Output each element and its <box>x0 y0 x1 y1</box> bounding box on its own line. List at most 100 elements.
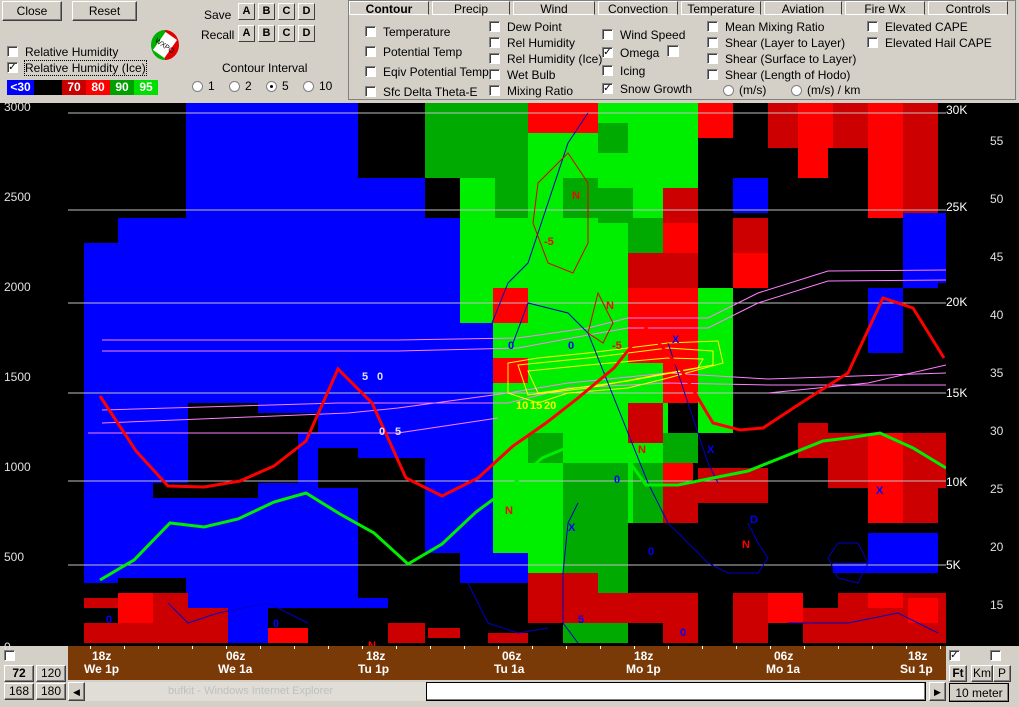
contour-interval-radio-2[interactable] <box>229 81 240 92</box>
legend-cell: <30 <box>7 80 34 95</box>
rh-block <box>628 523 663 593</box>
right-axis-tick: 55 <box>990 134 1004 148</box>
contour-interval-label-5: 5 <box>282 79 289 93</box>
time-label-day: We 1a <box>218 662 253 676</box>
left-axis-tick: 2000 <box>4 280 31 294</box>
left-axis-tick: 1000 <box>4 460 31 474</box>
checkbox-box <box>365 46 376 57</box>
omega-color-box[interactable] <box>667 45 679 57</box>
right-axis-tick: 45 <box>990 250 1004 264</box>
tab-controls[interactable]: Controls <box>928 1 1008 16</box>
checkbox-box <box>365 26 376 37</box>
tab-contour[interactable]: Contour <box>349 1 429 16</box>
tab-fire-wx[interactable]: Fire Wx <box>845 1 925 16</box>
right-axis-tick: 25 <box>990 482 1004 496</box>
checkbox-box: ✓ <box>602 83 613 94</box>
save-slot-c[interactable]: C <box>278 3 295 20</box>
meter-button[interactable]: 10 meter <box>949 683 1009 702</box>
rh-block <box>663 433 698 463</box>
tab-aviation[interactable]: Aviation <box>764 1 842 16</box>
recall-slot-d[interactable]: D <box>298 25 315 42</box>
recall-slot-a[interactable]: A <box>238 25 255 42</box>
checkbox-box <box>707 37 718 48</box>
rh-block <box>903 433 946 488</box>
right-checkbox[interactable] <box>990 650 1001 661</box>
right-axis: 30K 25K 20K 15K 10K 5K 55 50 45 40 35 30 25 20 15 <box>946 103 1019 646</box>
option-label: Shear (Surface to Layer) <box>725 52 857 66</box>
hour-button-120[interactable]: 120 <box>36 665 66 682</box>
rh-block <box>428 628 460 638</box>
contour-interval-radio-5[interactable] <box>266 81 277 92</box>
option-label: Temperature <box>383 25 451 39</box>
right-checkbox-checked[interactable]: ✓ <box>949 650 960 661</box>
left-axis-tick: 2500 <box>4 190 31 204</box>
unit-button-p[interactable]: P <box>993 665 1011 682</box>
scroll-thumb[interactable] <box>426 682 926 701</box>
contour-label: X <box>876 485 884 497</box>
scroll-right-button[interactable]: ▶ <box>929 682 946 701</box>
save-slot-b[interactable]: B <box>258 3 275 20</box>
rh-block <box>495 178 528 218</box>
tab-precip[interactable]: Precip <box>432 1 510 16</box>
time-tick <box>226 646 227 649</box>
close-button[interactable]: Close <box>2 1 62 21</box>
contour-label: 0 <box>508 340 514 352</box>
rh-block <box>903 488 938 523</box>
rh-block <box>868 178 903 218</box>
hour-button-168[interactable]: 168 <box>4 683 34 700</box>
contour-label: 5 <box>395 426 401 438</box>
tab-temperature[interactable]: Temperature <box>681 1 761 16</box>
option-label: Mixing Ratio <box>507 84 574 98</box>
shear-unit-radio[interactable] <box>723 85 734 96</box>
contour-label: -5 <box>612 340 622 352</box>
checkbox-box <box>867 21 878 32</box>
contour-interval-label-1: 1 <box>208 79 215 93</box>
rh-block <box>828 433 868 488</box>
hour-button-180[interactable]: 180 <box>36 683 66 700</box>
contour-label: 5 <box>578 614 584 626</box>
rh-block <box>598 123 628 153</box>
tab-convection[interactable]: Convection <box>598 1 678 16</box>
recall-slot-c[interactable]: C <box>278 25 295 42</box>
tab-wind[interactable]: Wind <box>513 1 595 16</box>
recall-slot-b[interactable]: B <box>258 25 275 42</box>
option-label: Rel Humidity (Ice) <box>507 52 603 66</box>
shear-unit-label: (m/s) / km <box>807 83 861 97</box>
time-label-z: 18z <box>366 649 386 663</box>
reset-button[interactable]: Reset <box>72 1 137 21</box>
legend-cell: 95 <box>134 80 158 95</box>
shear-unit-radio[interactable] <box>791 85 802 96</box>
contour-interval-radio-10[interactable] <box>303 81 314 92</box>
left-axis: 3000 2500 2000 1500 1000 500 0 <box>0 100 68 654</box>
save-slot-a[interactable]: A <box>238 3 255 20</box>
save-slot-d[interactable]: D <box>298 3 315 20</box>
taskbar-ghost-text: bufkit - Windows Internet Explorer <box>168 685 334 697</box>
contour-label: N <box>606 300 614 312</box>
scroll-left-button[interactable]: ◀ <box>68 682 85 701</box>
contour-label: 0 <box>106 614 112 626</box>
rh-block <box>153 593 188 623</box>
contour-label: N <box>505 505 513 517</box>
time-tick <box>566 646 567 649</box>
checkbox-box <box>707 21 718 32</box>
option-label: Wet Bulb <box>507 68 556 82</box>
checkbox-box <box>489 37 500 48</box>
contour-label: N <box>742 539 750 551</box>
rh-block <box>733 253 768 288</box>
unit-button-km[interactable]: Km <box>971 665 993 682</box>
option-label: Sfc Delta Theta-E <box>383 85 478 99</box>
time-tick <box>294 646 295 649</box>
unit-button-ft[interactable]: Ft <box>949 665 967 682</box>
time-tick <box>872 646 873 649</box>
contour-label: X <box>672 334 680 346</box>
legend-cell: 90 <box>110 80 134 95</box>
time-tick <box>804 646 805 649</box>
time-scrollbar[interactable]: ◀ ▶ bufkit - Windows Internet Explorer <box>68 682 946 701</box>
time-tick <box>702 646 703 649</box>
rh-block <box>563 178 598 218</box>
time-label-day: Mo 1a <box>766 662 801 676</box>
contour-interval-radio-1[interactable] <box>192 81 203 92</box>
left-small-checkbox[interactable] <box>4 650 15 661</box>
hour-button-72[interactable]: 72 <box>4 665 34 682</box>
time-tick <box>906 646 907 649</box>
